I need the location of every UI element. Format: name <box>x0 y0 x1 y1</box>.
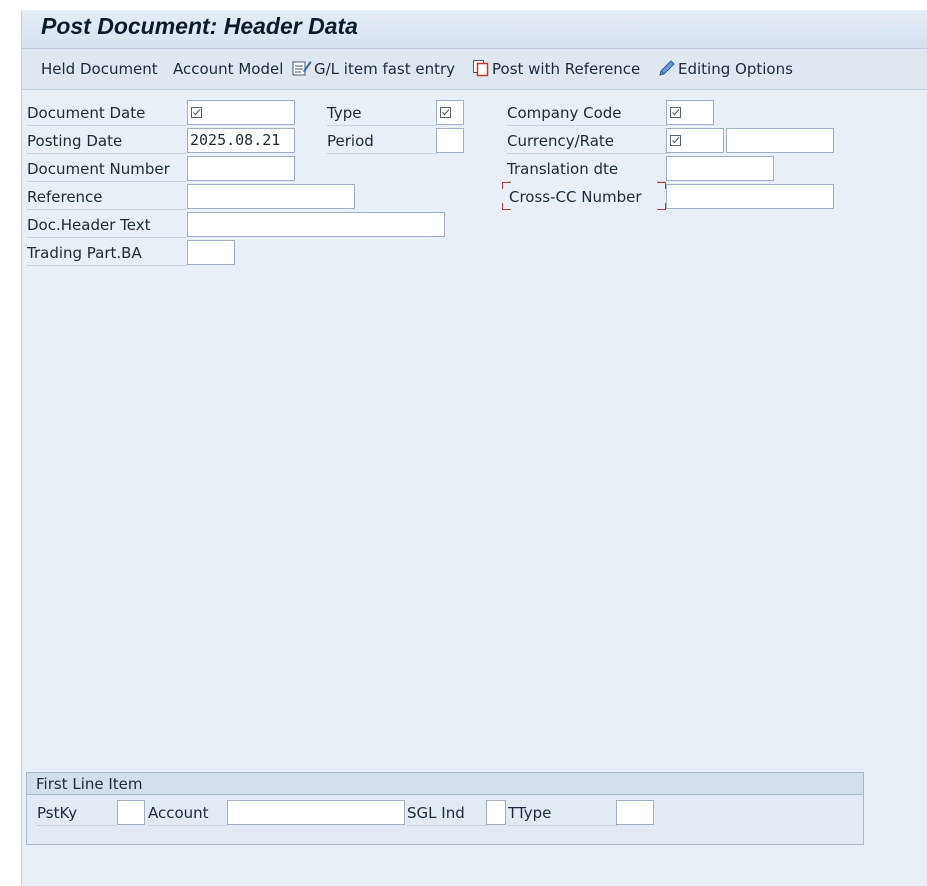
exchange-rate-field[interactable] <box>726 128 834 153</box>
required-check-icon <box>440 107 451 118</box>
first-line-item-group: First Line Item PstKy Account SGL Ind TT… <box>26 772 864 845</box>
copy-document-icon <box>472 59 490 82</box>
post-with-reference-button[interactable]: Post with Reference <box>472 59 640 79</box>
type-label: Type <box>327 100 437 126</box>
gl-fast-entry-button[interactable]: G/L item fast entry <box>292 59 455 79</box>
held-document-label: Held Document <box>41 60 158 78</box>
required-check-icon <box>191 107 202 118</box>
account-model-label: Account Model <box>173 60 284 78</box>
type-field[interactable] <box>436 100 464 125</box>
trading-part-ba-label: Trading Part.BA <box>27 240 187 266</box>
ttype-label: TType <box>508 800 618 826</box>
gl-fast-entry-label: G/L item fast entry <box>314 60 456 78</box>
document-number-label: Document Number <box>27 156 187 182</box>
account-field[interactable] <box>227 800 405 825</box>
currency-field[interactable] <box>666 128 724 153</box>
currency-rate-label: Currency/Rate <box>507 128 667 154</box>
page-title: Post Document: Header Data <box>41 13 358 39</box>
editing-options-button[interactable]: Editing Options <box>658 59 793 79</box>
cross-cc-number-label: Cross-CC Number <box>509 188 642 206</box>
posting-date-label: Posting Date <box>27 128 187 154</box>
posting-date-field[interactable]: 2025.08.21 <box>187 128 295 153</box>
company-code-field[interactable] <box>666 100 714 125</box>
reference-label: Reference <box>27 184 187 210</box>
pstky-field[interactable] <box>117 800 145 825</box>
required-check-icon <box>670 107 681 118</box>
translation-dte-label: Translation dte <box>507 156 667 182</box>
reference-field[interactable] <box>187 184 355 209</box>
fast-entry-icon <box>292 59 312 82</box>
sap-window: Post Document: Header Data Held Document… <box>21 10 927 886</box>
post-with-reference-label: Post with Reference <box>492 60 641 78</box>
account-label: Account <box>148 800 228 826</box>
ttype-field[interactable] <box>616 800 654 825</box>
editing-options-label: Editing Options <box>678 60 793 78</box>
cross-cc-number-field[interactable] <box>666 184 834 209</box>
pstky-label: PstKy <box>37 800 117 826</box>
first-line-item-title: First Line Item <box>27 773 863 795</box>
title-bar: Post Document: Header Data <box>22 10 927 49</box>
posting-date-value: 2025.08.21 <box>190 131 281 149</box>
sgl-ind-label: SGL Ind <box>407 800 487 826</box>
sgl-ind-field[interactable] <box>486 800 506 825</box>
company-code-label: Company Code <box>507 100 667 126</box>
held-document-button[interactable]: Held Document <box>41 59 158 79</box>
application-toolbar: Held Document Account Model G/L item fas… <box>22 49 927 90</box>
document-date-label: Document Date <box>27 100 187 126</box>
required-check-icon <box>670 135 681 146</box>
trading-part-ba-field[interactable] <box>187 240 235 265</box>
doc-header-text-label: Doc.Header Text <box>27 212 187 238</box>
period-field[interactable] <box>436 128 464 153</box>
period-label: Period <box>327 128 437 154</box>
document-number-field[interactable] <box>187 156 295 181</box>
doc-header-text-field[interactable] <box>187 212 445 237</box>
translation-dte-field[interactable] <box>666 156 774 181</box>
pencil-icon <box>658 59 676 82</box>
account-model-button[interactable]: Account Model <box>173 59 283 79</box>
document-date-field[interactable] <box>187 100 295 125</box>
